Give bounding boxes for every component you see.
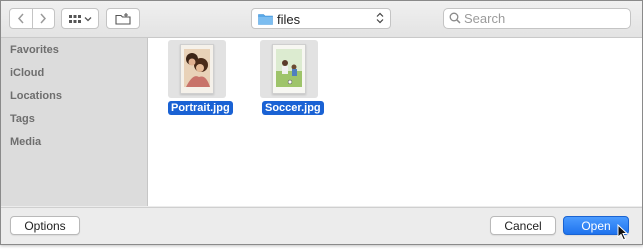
location-popup[interactable]: files — [251, 8, 391, 29]
new-folder-button[interactable] — [106, 8, 140, 29]
back-button[interactable] — [10, 9, 32, 28]
chevron-up-down-icon — [376, 12, 384, 24]
sidebar-section-icloud[interactable]: iCloud — [10, 67, 44, 79]
chevron-left-icon — [17, 13, 24, 24]
mouse-pointer-icon — [617, 224, 629, 241]
view-options-button[interactable] — [61, 8, 99, 29]
forward-button[interactable] — [31, 9, 55, 28]
sidebar-section-favorites[interactable]: Favorites — [10, 44, 59, 56]
search-field[interactable] — [443, 8, 631, 29]
sidebar: Favorites iCloud Locations Tags Media — [1, 38, 148, 206]
chevron-right-icon — [40, 13, 47, 24]
sidebar-section-media[interactable]: Media — [10, 136, 41, 148]
file-name: Portrait.jpg — [168, 101, 233, 115]
options-button[interactable]: Options — [10, 216, 80, 235]
icon-grid-icon — [69, 14, 92, 23]
navigation-buttons — [9, 8, 55, 29]
new-folder-icon — [115, 12, 131, 25]
dialog-footer: Options Cancel Open — [1, 207, 642, 244]
file-name: Soccer.jpg — [262, 101, 324, 115]
folder-icon — [258, 14, 273, 25]
location-label: files — [277, 12, 301, 27]
toolbar: files — [1, 1, 642, 38]
portrait-thumbnail — [180, 44, 214, 94]
file-browser: Portrait.jpg Soccer.jpg — [148, 38, 642, 206]
search-input[interactable] — [464, 10, 624, 26]
search-icon — [449, 12, 461, 24]
soccer-thumbnail — [272, 44, 306, 94]
open-file-dialog: files Favorites iCloud Locations Tags Me… — [0, 0, 643, 245]
sidebar-section-locations[interactable]: Locations — [10, 90, 62, 102]
cancel-button[interactable]: Cancel — [490, 216, 556, 235]
sidebar-section-tags[interactable]: Tags — [10, 113, 35, 125]
